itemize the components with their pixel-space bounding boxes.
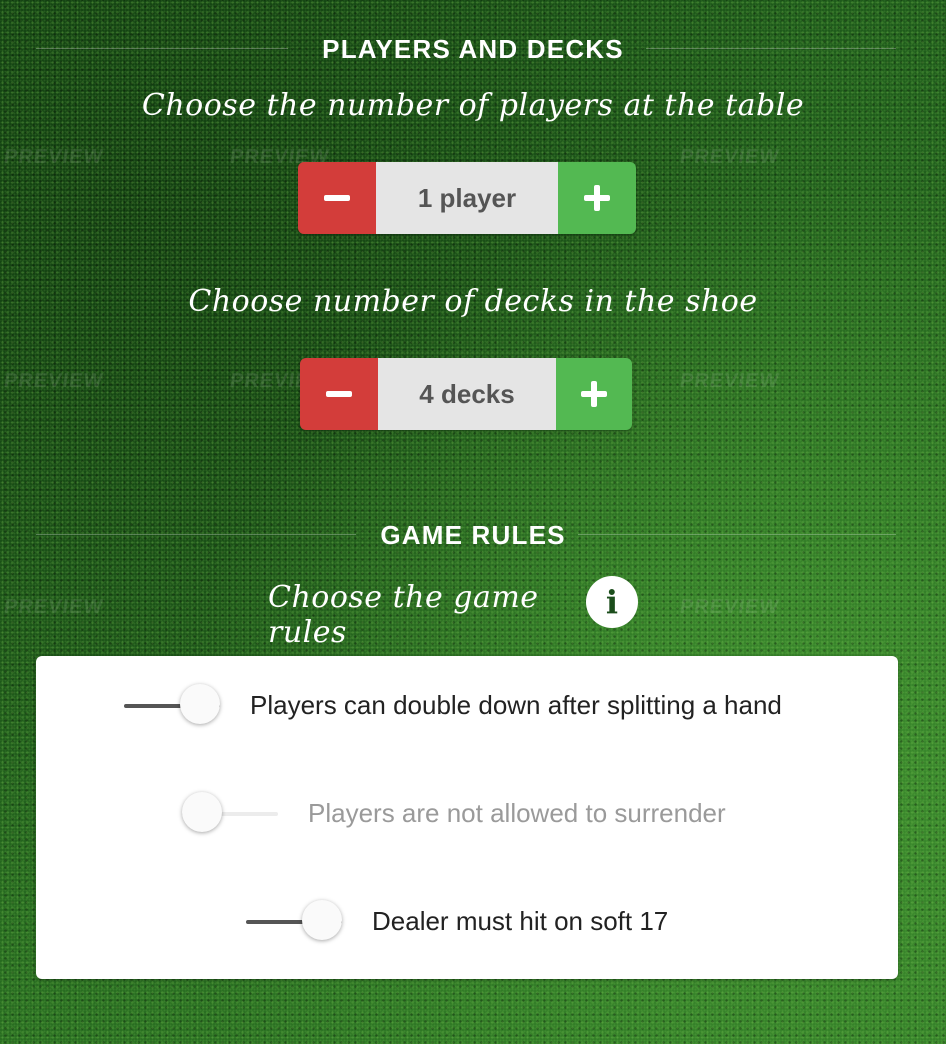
players-increment-button[interactable] bbox=[558, 162, 636, 234]
watermark: PREVIEW bbox=[678, 596, 781, 618]
players-decks-title: PLAYERS AND DECKS bbox=[322, 34, 624, 64]
players-prompt: Choose the number of players at the tabl… bbox=[141, 88, 805, 123]
rule-row-surrender: Players are not allowed to surrender bbox=[36, 792, 898, 852]
surrender-toggle[interactable] bbox=[182, 792, 278, 836]
toggle-knob bbox=[182, 792, 222, 832]
players-value: 1 player bbox=[376, 162, 558, 234]
plus-icon bbox=[584, 185, 610, 211]
rule-label: Players are not allowed to surrender bbox=[308, 798, 726, 828]
plus-icon bbox=[581, 381, 607, 407]
players-stepper: 1 player bbox=[298, 162, 636, 234]
toggle-knob bbox=[302, 900, 342, 940]
decks-prompt: Choose number of decks in the shoe bbox=[188, 284, 758, 319]
decks-decrement-button[interactable] bbox=[300, 358, 378, 430]
players-decrement-button[interactable] bbox=[298, 162, 376, 234]
rule-row-double-after-split: Players can double down after splitting … bbox=[36, 684, 898, 744]
watermark: PREVIEW bbox=[2, 596, 105, 618]
toggle-knob bbox=[180, 684, 220, 724]
watermark: PREVIEW bbox=[2, 370, 105, 392]
rule-label: Dealer must hit on soft 17 bbox=[372, 906, 669, 936]
decks-increment-button[interactable] bbox=[556, 358, 632, 430]
minus-icon bbox=[324, 195, 350, 201]
game-settings-screen: { "watermark": "PREVIEW", "players_and_d… bbox=[0, 0, 946, 1044]
decks-value: 4 decks bbox=[378, 358, 556, 430]
watermark: PREVIEW bbox=[678, 146, 781, 168]
watermark: PREVIEW bbox=[678, 370, 781, 392]
decks-stepper: 4 decks bbox=[300, 358, 632, 430]
soft-17-toggle[interactable] bbox=[246, 900, 342, 944]
minus-icon bbox=[326, 391, 352, 397]
game-rules-title: GAME RULES bbox=[380, 520, 566, 550]
game-rules-prompt: Choose the game rules bbox=[268, 580, 539, 650]
rule-row-soft-17: Dealer must hit on soft 17 bbox=[36, 900, 898, 960]
watermark: PREVIEW bbox=[2, 146, 105, 168]
double-after-split-toggle[interactable] bbox=[124, 684, 220, 728]
game-rules-panel: Players can double down after splitting … bbox=[36, 656, 898, 979]
rule-label: Players can double down after splitting … bbox=[250, 690, 782, 720]
info-icon[interactable]: i bbox=[586, 576, 638, 628]
